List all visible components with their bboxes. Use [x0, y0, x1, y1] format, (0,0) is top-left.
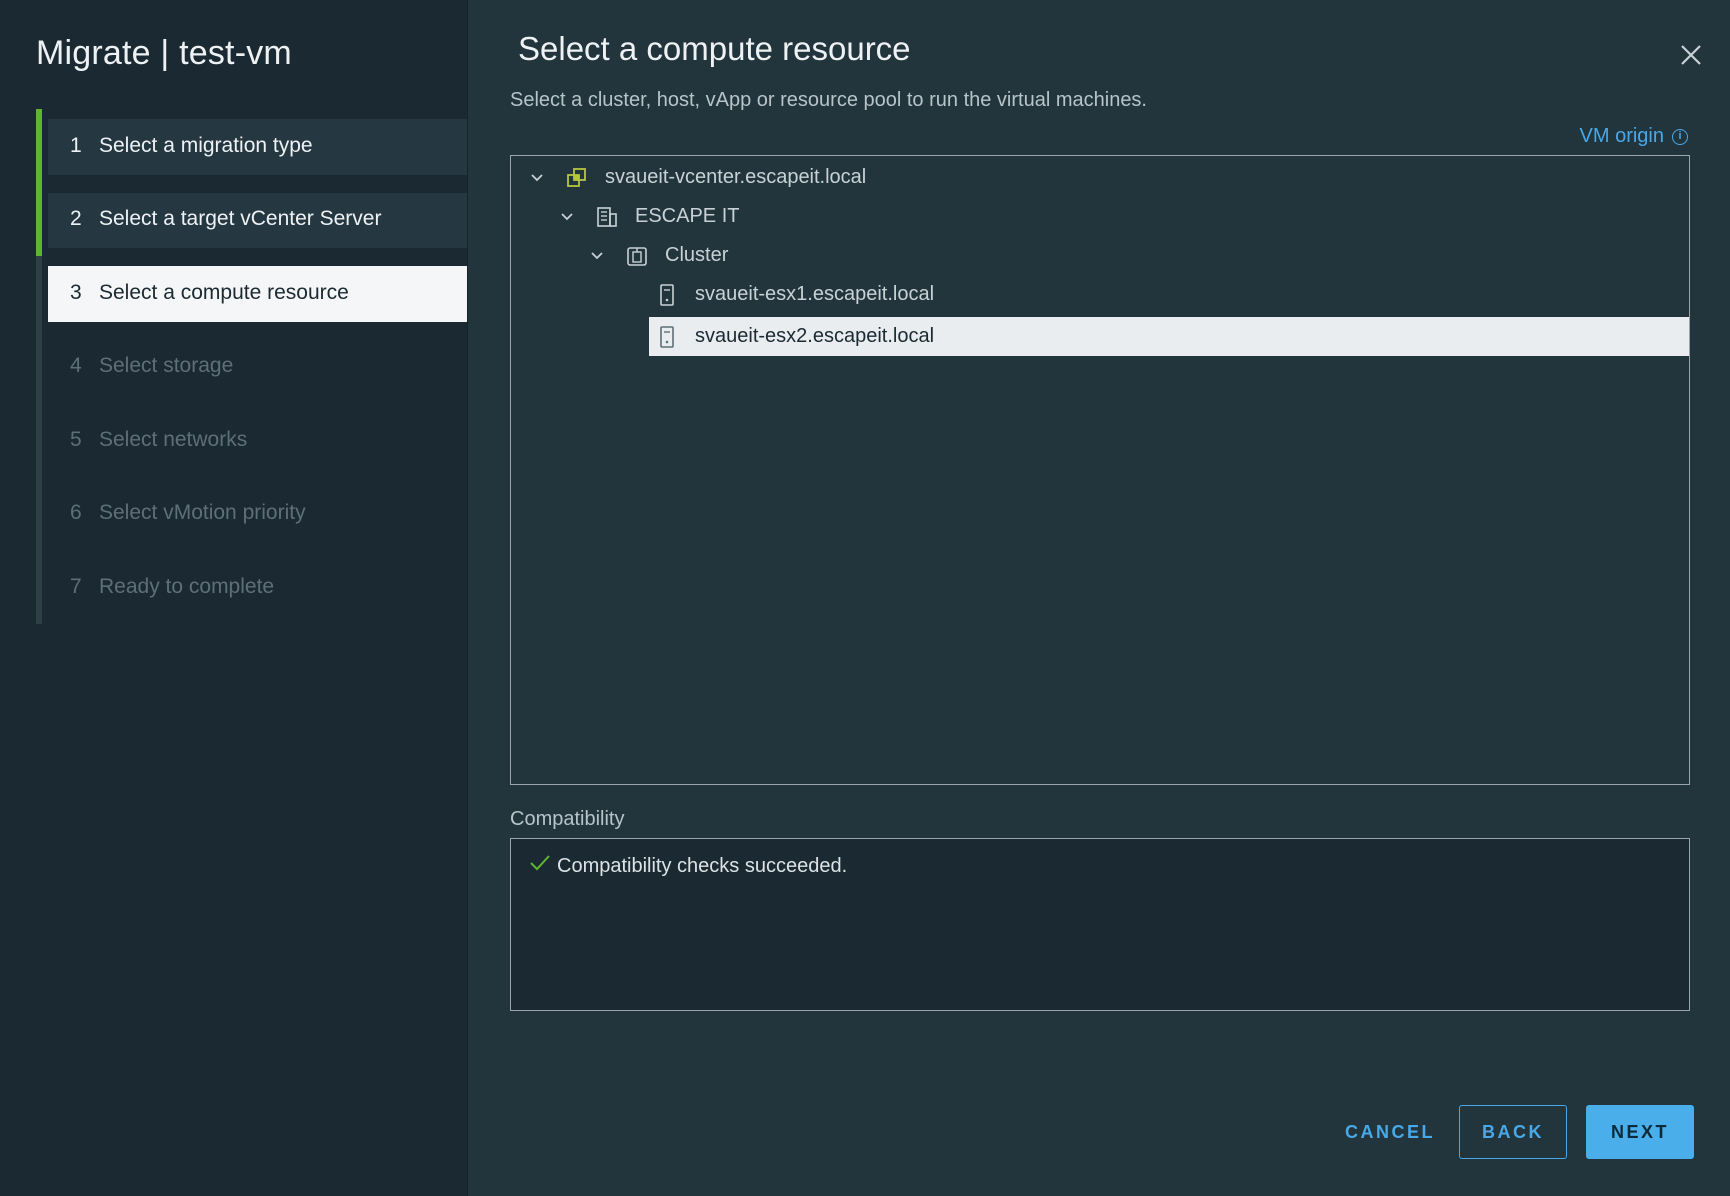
vcenter-icon [567, 167, 586, 187]
step-compute-resource[interactable]: 3 Select a compute resource [36, 256, 467, 330]
compatibility-label: Compatibility [510, 808, 625, 830]
tree-node-host-esx1[interactable]: svaueit-esx1.escapeit.local [511, 275, 1689, 314]
page-description: Select a cluster, host, vApp or resource… [510, 89, 1147, 111]
tree-node-vcenter[interactable]: svaueit-vcenter.escapeit.local [511, 158, 1689, 197]
step-number: 5 [70, 427, 82, 451]
host-icon [660, 325, 674, 348]
step-storage: 4 Select storage [36, 329, 467, 404]
migrate-wizard-dialog: Migrate | test-vm 1 Select a migration t… [0, 0, 1730, 1196]
close-icon[interactable] [1676, 40, 1706, 70]
compute-resource-tree: svaueit-vcenter.escapeit.local ESCAPE IT [510, 155, 1690, 785]
cancel-button[interactable]: CANCEL [1328, 1105, 1452, 1159]
chevron-down-icon[interactable] [589, 248, 605, 264]
info-icon[interactable]: i [1672, 128, 1688, 145]
wizard-title: Migrate | test-vm [36, 34, 292, 72]
wizard-steps: 1 Select a migration type 2 Select a tar… [36, 109, 467, 624]
tree-node-label: svaueit-esx1.escapeit.local [695, 283, 935, 305]
step-vmotion-priority: 6 Select vMotion priority [36, 476, 467, 551]
wizard-sidebar: Migrate | test-vm 1 Select a migration t… [0, 0, 467, 1196]
step-label: Select vMotion priority [99, 501, 306, 525]
vm-origin-link[interactable]: VM origin i [1580, 125, 1688, 148]
step-migration-type[interactable]: 1 Select a migration type [36, 109, 467, 183]
step-number: 2 [70, 207, 82, 231]
step-label: Select networks [99, 427, 248, 451]
host-icon [660, 283, 674, 306]
datacenter-icon [597, 206, 617, 227]
cluster-icon [627, 246, 647, 266]
next-button[interactable]: NEXT [1586, 1105, 1694, 1159]
check-icon [530, 855, 550, 871]
step-number: 7 [70, 574, 82, 598]
step-label: Select a compute resource [99, 280, 349, 304]
back-button[interactable]: BACK [1459, 1105, 1567, 1159]
tree-node-label: ESCAPE IT [635, 205, 740, 227]
step-number: 4 [70, 354, 82, 378]
tree-node-cluster[interactable]: Cluster [511, 236, 1689, 275]
step-label: Select a target vCenter Server [99, 207, 382, 231]
tree-node-label: svaueit-vcenter.escapeit.local [605, 166, 867, 188]
step-ready-to-complete: 7 Ready to complete [36, 550, 467, 624]
page-title: Select a compute resource [518, 30, 911, 67]
compatibility-panel: Compatibility checks succeeded. [510, 838, 1690, 1011]
step-number: 6 [70, 501, 82, 525]
step-target-vcenter[interactable]: 2 Select a target vCenter Server [36, 182, 467, 257]
step-number: 3 [70, 280, 82, 304]
step-number: 1 [70, 133, 82, 157]
vm-origin-label: VM origin [1579, 125, 1664, 147]
chevron-down-icon[interactable] [529, 170, 545, 186]
tree-node-host-esx2[interactable]: svaueit-esx2.escapeit.local [649, 317, 1689, 356]
step-label: Ready to complete [99, 574, 275, 598]
chevron-down-icon[interactable] [559, 209, 575, 225]
compatibility-message: Compatibility checks succeeded. [557, 855, 848, 877]
tree-node-label: svaueit-esx2.escapeit.local [695, 325, 935, 347]
step-label: Select a migration type [99, 133, 313, 157]
tree-node-datacenter[interactable]: ESCAPE IT [511, 197, 1689, 236]
wizard-content: Select a compute resource Select a clust… [467, 0, 1730, 1196]
step-label: Select storage [99, 354, 234, 378]
step-networks: 5 Select networks [36, 403, 467, 477]
tree-node-label: Cluster [665, 244, 729, 266]
